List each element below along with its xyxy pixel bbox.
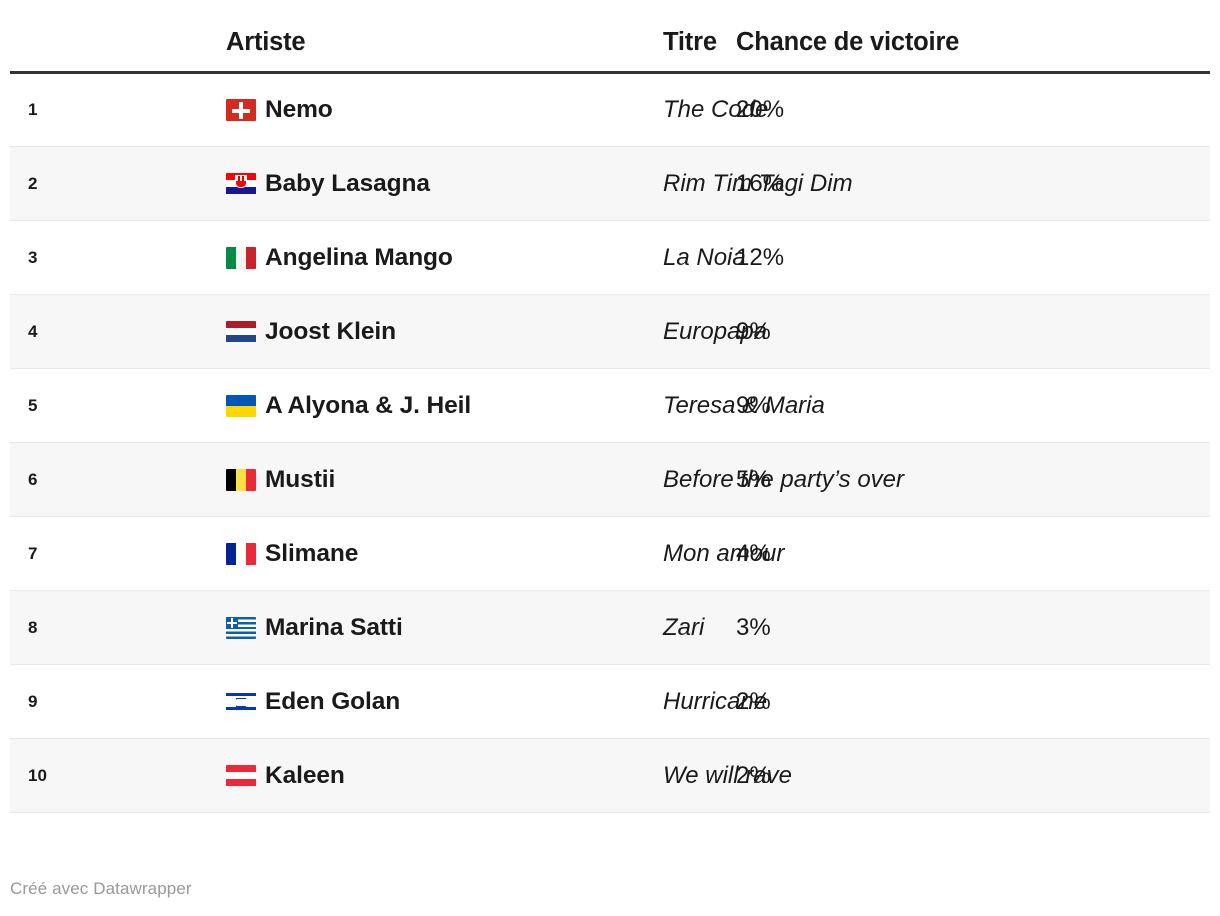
cell-chance: 2% [663,664,1210,739]
cell-rank: 1 [10,72,118,147]
artist-name: Kaleen [265,761,345,789]
flag-israel-icon [226,690,256,713]
ranking-table: Artiste Titre Chance de victoire 1NemoTh… [10,28,1210,813]
cell-chance: 9% [663,368,1210,443]
table-row: 2Baby LasagnaRim Tim Tagi Dim16% [10,146,1210,221]
cell-artist: Marina Satti [118,590,663,665]
table-row: 3Angelina MangoLa Noia12% [10,220,1210,295]
flag-netherlands-icon [226,320,256,343]
flag-france-icon [226,542,256,565]
cell-rank: 9 [10,664,118,739]
flag-austria-icon [226,764,256,787]
artist-name: Baby Lasagna [265,169,430,197]
artist-name: Marina Satti [265,613,403,641]
artist-name: A Alyona & J. Heil [265,391,472,419]
cell-artist: Slimane [118,516,663,591]
artist-name: Slimane [265,539,359,567]
cell-chance: 9% [663,294,1210,369]
flag-belgium-icon [226,468,256,491]
cell-artist: Kaleen [118,738,663,813]
cell-rank: 6 [10,442,118,517]
table-row: 5A Alyona & J. HeilTeresa & Maria9% [10,368,1210,443]
table-row: 9Eden GolanHurricane2% [10,664,1210,739]
column-header-artist[interactable]: Artiste [118,28,663,74]
cell-chance: 2% [663,738,1210,813]
cell-rank: 8 [10,590,118,665]
table-row: 6MustiiBefore the party’s over5% [10,442,1210,517]
flag-switzerland-icon [226,99,256,121]
artist-name: Nemo [265,96,333,123]
cell-artist: Mustii [118,442,663,517]
artist-name: Angelina Mango [265,243,453,271]
cell-rank: 3 [10,220,118,295]
table-row: 8Marina SattiZari3% [10,590,1210,665]
cell-chance: 4% [663,516,1210,591]
cell-chance: 3% [663,590,1210,665]
datawrapper-credit: Créé avec Datawrapper [10,879,192,898]
table-head: Artiste Titre Chance de victoire [10,28,1210,74]
column-header-rank[interactable] [10,28,118,74]
flag-italy-icon [226,246,256,269]
cell-artist: Nemo [118,72,663,147]
cell-rank: 2 [10,146,118,221]
table-row: 10KaleenWe will rave2% [10,738,1210,813]
cell-artist: Baby Lasagna [118,146,663,221]
artist-name: Eden Golan [265,687,401,715]
cell-artist: Eden Golan [118,664,663,739]
table-row: 4Joost KleinEuropapa9% [10,294,1210,369]
datawrapper-table-chart: Artiste Titre Chance de victoire 1NemoTh… [0,0,1220,916]
header-row: Artiste Titre Chance de victoire [10,28,1210,74]
cell-rank: 10 [10,738,118,813]
cell-chance: 20% [663,72,1210,147]
artist-name: Mustii [265,465,336,493]
cell-artist: Joost Klein [118,294,663,369]
flag-croatia-icon [226,172,256,195]
cell-artist: Angelina Mango [118,220,663,295]
artist-name: Joost Klein [265,317,396,345]
cell-chance: 16% [663,146,1210,221]
cell-chance: 5% [663,442,1210,517]
cell-rank: 5 [10,368,118,443]
table-row: 7SlimaneMon amour4% [10,516,1210,591]
table-body: 1NemoThe Code20%2Baby LasagnaRim Tim Tag… [10,72,1210,813]
cell-rank: 7 [10,516,118,591]
cell-artist: A Alyona & J. Heil [118,368,663,443]
column-header-chance[interactable]: Chance de victoire [663,28,1210,74]
cell-rank: 4 [10,294,118,369]
flag-ukraine-icon [226,394,256,417]
cell-chance: 12% [663,220,1210,295]
table-row: 1NemoThe Code20% [10,72,1210,147]
flag-greece-icon [226,616,256,639]
